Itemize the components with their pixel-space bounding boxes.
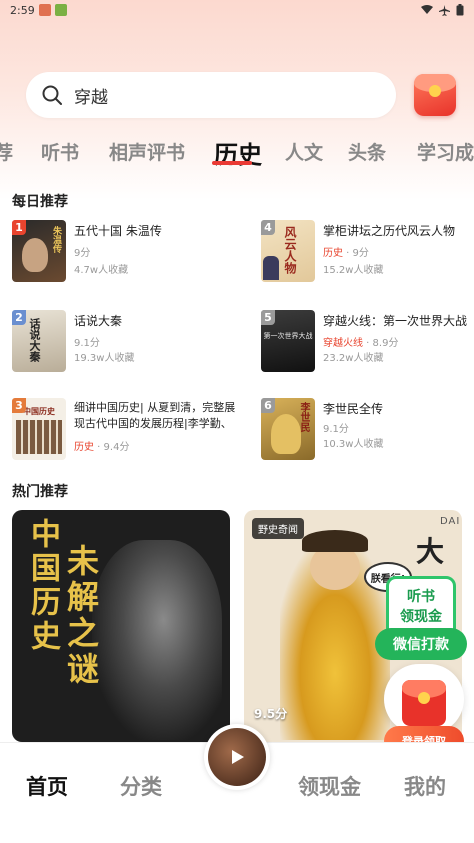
wifi-icon <box>421 5 433 14</box>
nav-earn-cash[interactable]: 领现金 <box>298 771 361 801</box>
tab-crosstalk[interactable]: 相声评书 <box>109 138 185 165</box>
item-stat: 19.3w人收藏 <box>74 353 135 364</box>
listen-widget-line2: 领现金 <box>400 609 442 625</box>
nav-home[interactable]: 首页 <box>26 771 68 801</box>
player-disc-button[interactable] <box>204 724 270 790</box>
item-score: 9.1分 <box>74 338 100 349</box>
item-title: 话说大秦 <box>74 314 123 328</box>
warrior-statue-image <box>92 540 222 740</box>
cover-figure <box>263 256 279 280</box>
category-badge: 野史奇闻 <box>252 518 304 539</box>
item-title: 李世民全传 <box>323 402 384 416</box>
item-stat: 23.2w人收藏 <box>323 353 384 364</box>
item-stat: 10.3w人收藏 <box>323 439 384 450</box>
status-time: 2:59 <box>10 3 35 17</box>
cover-books <box>16 420 62 454</box>
tab-recommend[interactable]: 荐 <box>0 138 13 165</box>
item-title: 穿越火线：第一次世界大战 <box>323 314 468 328</box>
notification-icon <box>38 4 51 16</box>
play-icon <box>232 750 244 764</box>
daily-section-title: 每日推荐 <box>12 194 68 210</box>
daily-item[interactable]: 中国历史 3 细讲中国历史| 从夏到清，完整展现古代中国的发展历程|李学勤、 历… <box>12 398 242 462</box>
cover-title-text: 风云人物 <box>283 226 297 274</box>
item-score: 9分 <box>352 248 369 259</box>
search-query-text: 穿越 <box>74 87 108 108</box>
item-score: 9.4分 <box>103 442 130 453</box>
cover-title-text: 话说大秦 <box>28 318 41 362</box>
red-packet-coin-icon <box>429 85 441 97</box>
hot-card-score: 9.5分 <box>254 707 288 721</box>
rank-badge: 6 <box>261 398 275 413</box>
cover-portrait <box>22 238 48 272</box>
tab-headlines[interactable]: 头条 <box>348 138 386 165</box>
item-meta: 历史 · 9分 <box>323 248 369 259</box>
daily-item[interactable]: 李世民 6 李世民全传 9.1分 10.3w人收藏 <box>261 398 474 462</box>
hot-card[interactable]: 中国历史 未解之谜 <box>12 510 230 742</box>
item-tag: 历史 <box>323 248 343 259</box>
rank-badge: 5 <box>261 310 275 325</box>
search-bar[interactable]: 穿越 <box>26 72 396 118</box>
item-meta: 穿越火线 · 8.9分 <box>323 338 399 349</box>
nav-mine[interactable]: 我的 <box>404 771 446 801</box>
item-score: 9分 <box>74 248 91 259</box>
rank-badge: 4 <box>261 220 275 235</box>
rank-badge: 3 <box>12 398 26 413</box>
tab-learning[interactable]: 学习成 <box>417 138 474 165</box>
rank-badge: 2 <box>12 310 26 325</box>
item-score: 9.1分 <box>323 424 349 435</box>
rank-badge: 1 <box>12 220 26 235</box>
player-cover <box>208 728 266 786</box>
red-packet-icon <box>402 680 446 726</box>
item-tag: 穿越火线 <box>323 338 363 349</box>
item-title: 细讲中国历史| 从夏到清，完整展现古代中国的发展历程|李学勤、 <box>74 401 236 430</box>
hot-section-title: 热门推荐 <box>12 484 68 500</box>
cover-title-text: 朱温传 <box>51 226 61 253</box>
daily-item[interactable]: 朱温传 1 五代十国 朱温传 9分 4.7w人收藏 <box>12 220 242 284</box>
status-bar: 2:59 <box>0 0 474 20</box>
tab-audiobook[interactable]: 听书 <box>41 138 79 165</box>
item-score: 8.9分 <box>372 338 399 349</box>
wechat-payout-button[interactable]: 微信打款 <box>375 628 467 660</box>
red-packet-button[interactable] <box>414 74 456 116</box>
airplane-icon <box>439 4 450 16</box>
battery-icon <box>456 4 464 16</box>
red-packet-coin-icon <box>418 692 430 704</box>
daily-item[interactable]: 第一次世界大战 5 穿越火线：第一次世界大战 穿越火线 · 8.9分 23.2w… <box>261 310 474 374</box>
cover-title-text: 第一次世界大战 <box>263 332 313 340</box>
app-notification-icon <box>54 4 67 16</box>
item-title: 五代十国 朱温传 <box>74 224 162 238</box>
daily-item[interactable]: 话说大秦 2 话说大秦 9.1分 19.3w人收藏 <box>12 310 242 374</box>
cover-title-text: 李世民 <box>298 402 309 432</box>
listen-widget-line1: 听书 <box>407 589 435 605</box>
tab-humanities[interactable]: 人文 <box>285 138 323 165</box>
item-stat: 4.7w人收藏 <box>74 265 129 276</box>
item-stat: 15.2w人收藏 <box>323 265 384 276</box>
search-icon <box>42 85 62 105</box>
nav-category[interactable]: 分类 <box>120 771 162 801</box>
item-tag: 历史 <box>74 442 94 453</box>
hot-card-title-right: 未解之谜 <box>62 544 100 688</box>
hot-card-small-text: DAI <box>440 516 461 527</box>
emperor-hat <box>302 530 368 552</box>
active-tab-indicator <box>212 161 252 165</box>
item-meta: 历史 · 9.4分 <box>74 442 130 453</box>
category-tabs: 荐 听书 相声评书 历史 人文 头条 学习成 <box>0 132 474 172</box>
floating-red-packet[interactable] <box>384 664 464 734</box>
daily-item[interactable]: 风云人物 4 掌柜讲坛之历代风云人物 历史 · 9分 15.2w人收藏 <box>261 220 474 284</box>
item-title: 掌柜讲坛之历代风云人物 <box>323 224 456 238</box>
